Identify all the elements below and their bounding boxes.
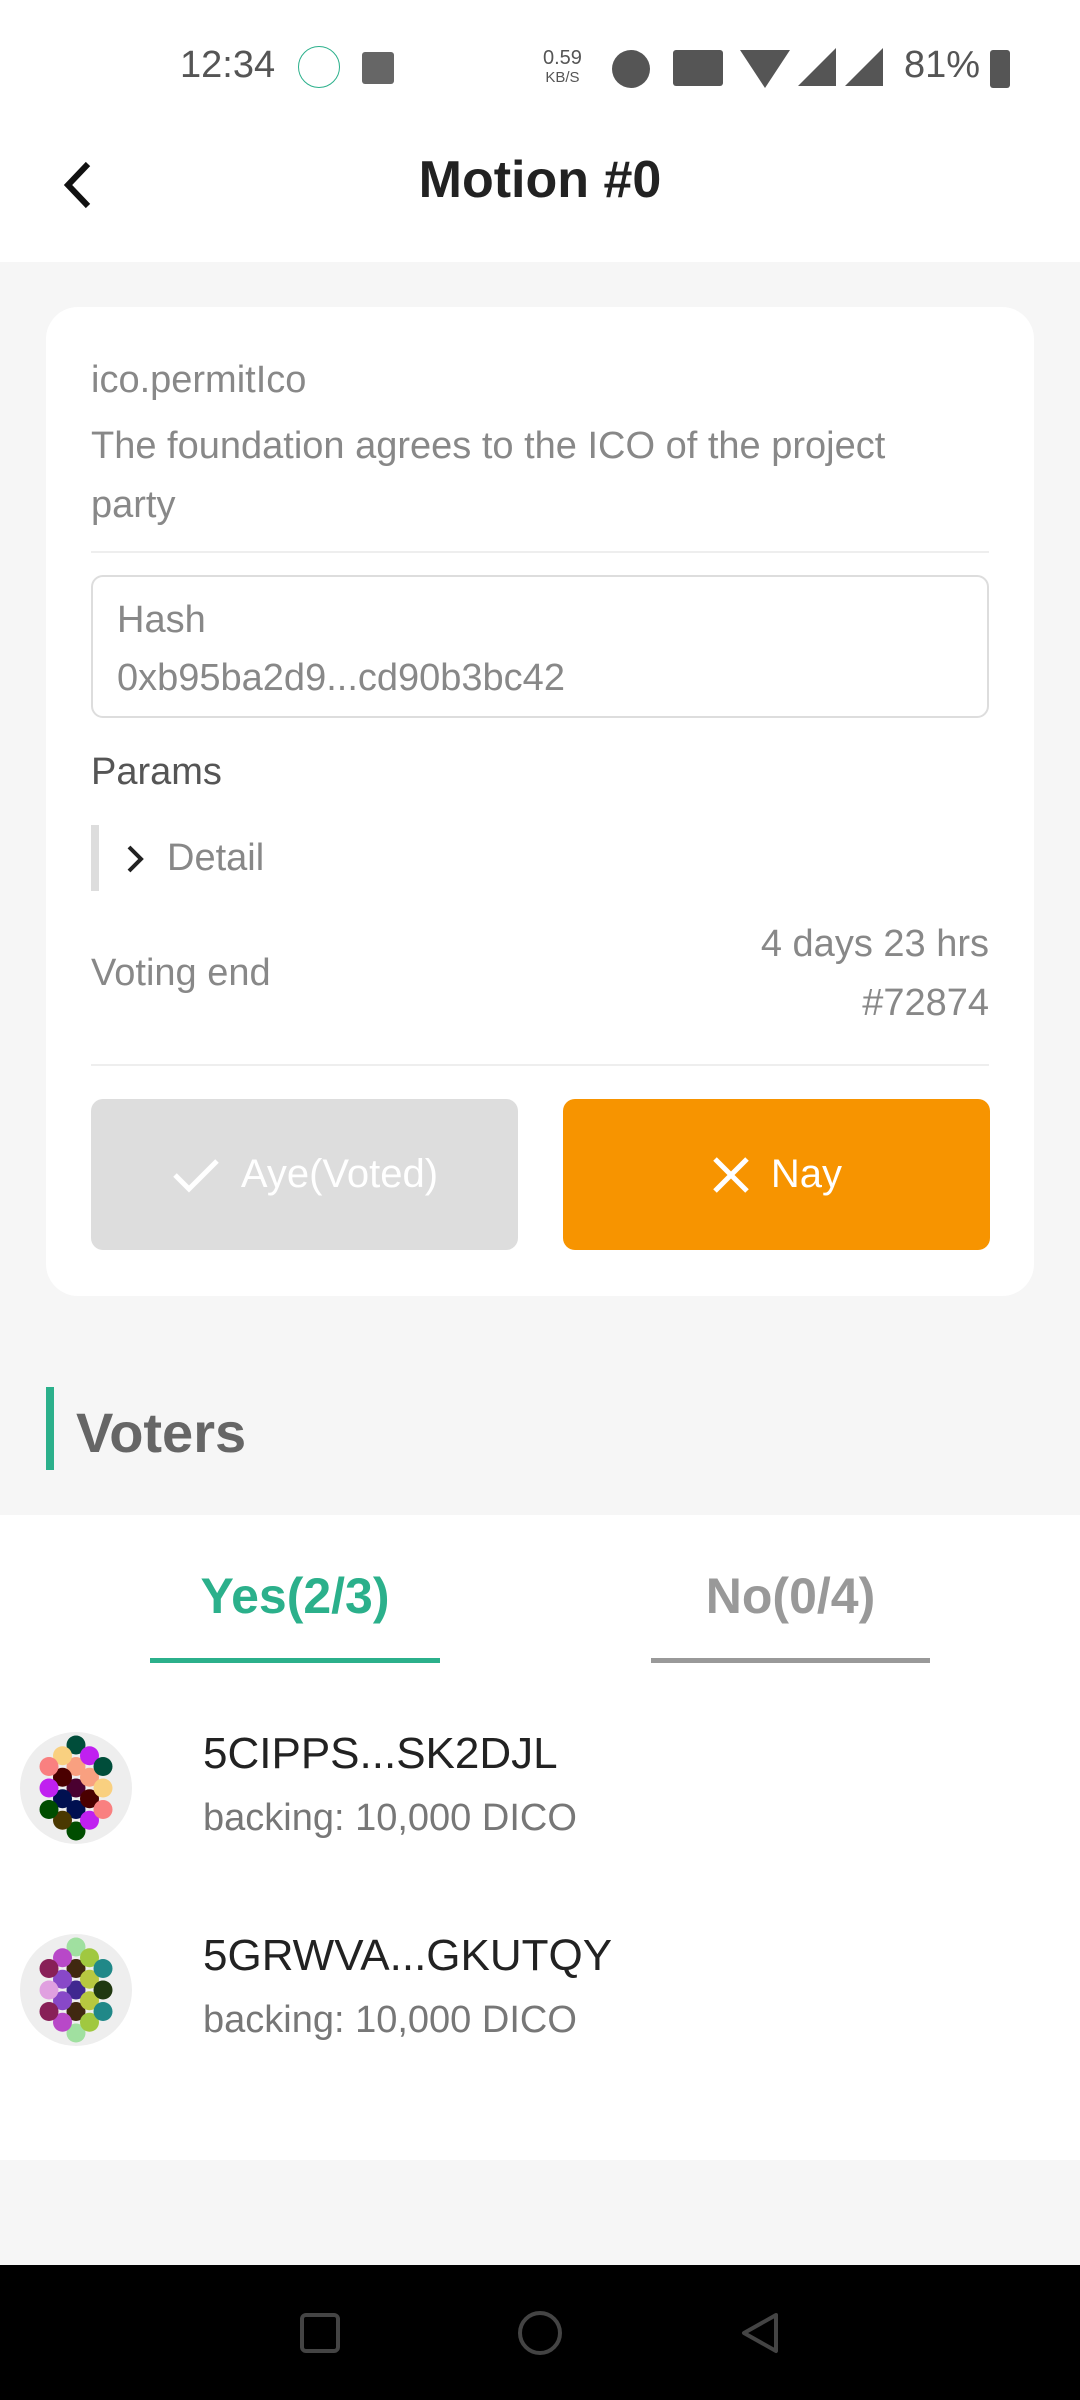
battery-percent: 81% — [904, 44, 981, 86]
image-notification-icon — [362, 52, 394, 84]
voters-title: Voters — [76, 1401, 247, 1464]
clock: 12:34 — [180, 44, 276, 86]
hash-value[interactable]: 0xb95ba2d9...cd90b3bc42 — [117, 657, 565, 700]
voter-backing: backing: 10,000 DICO — [203, 1797, 577, 1839]
identicon-dot — [39, 2002, 59, 2021]
tab-no[interactable]: No(0/4) — [651, 1567, 930, 1625]
identicon-dot — [39, 1959, 59, 1978]
alarm-icon — [612, 50, 650, 88]
divider — [91, 1064, 989, 1066]
tab-yes-underline — [150, 1658, 440, 1663]
identicon-dot — [93, 1757, 113, 1776]
identicon-dot — [39, 1757, 59, 1776]
params-label: Params — [91, 751, 222, 793]
chevron-right-icon — [127, 845, 144, 873]
check-icon — [173, 1158, 219, 1193]
close-icon — [713, 1156, 749, 1193]
wifi-icon — [740, 50, 790, 88]
aye-label: Aye(Voted) — [240, 1152, 439, 1196]
motion-description: The foundation agrees to the ICO of the … — [91, 425, 886, 526]
nay-button[interactable]: Nay — [563, 1099, 990, 1250]
voter-avatar — [20, 1934, 132, 2046]
identicon-dot — [93, 1959, 113, 1978]
voting-end-time: 4 days 23 hrs — [760, 923, 989, 965]
tab-no-underline — [651, 1658, 930, 1663]
identicon-dot — [93, 2002, 113, 2021]
identicon-dot — [93, 1778, 113, 1798]
motion-card: ico.permitIco The foundation agrees to t… — [46, 307, 1034, 1296]
signal-4g-icon-1 — [798, 48, 836, 86]
battery-icon — [990, 50, 1010, 88]
volte-icon — [673, 50, 723, 86]
hash-box: Hash 0xb95ba2d9...cd90b3bc42 — [91, 575, 989, 718]
identicon-dot — [39, 1778, 59, 1798]
voting-end-block: #72874 — [862, 982, 989, 1024]
voting-end-label: Voting end — [91, 952, 271, 994]
nay-label: Nay — [770, 1152, 843, 1196]
section-accent-bar — [46, 1387, 54, 1470]
detail-label: Detail — [167, 837, 265, 879]
voter-address[interactable]: 5GRWVA...GKUTQY — [203, 1931, 612, 1981]
identicon-dot — [93, 1800, 113, 1819]
voter-address[interactable]: 5CIPPS...SK2DJL — [203, 1729, 558, 1779]
motion-method: ico.permitIco — [91, 359, 307, 401]
aye-button[interactable]: Aye(Voted) — [91, 1099, 518, 1250]
signal-4g-icon-2 — [845, 48, 883, 86]
system-nav-bar — [0, 2265, 1080, 2400]
identicon-dot — [39, 1800, 59, 1819]
divider — [91, 551, 989, 553]
voters-list: Yes(2/3) No(0/4) 5CIPPS...SK2DJL backing… — [0, 1515, 1080, 2160]
params-detail-toggle[interactable]: Detail — [91, 825, 391, 891]
identicon-dot — [39, 1980, 59, 2000]
page-title: Motion #0 — [418, 151, 662, 209]
net-speed: 0.59 KB/S — [543, 47, 582, 86]
back-nav-button[interactable] — [738, 2311, 782, 2355]
recents-button[interactable] — [300, 2313, 340, 2353]
home-button[interactable] — [518, 2311, 562, 2355]
hash-label: Hash — [117, 599, 206, 641]
voter-backing: backing: 10,000 DICO — [203, 1999, 577, 2041]
tab-yes[interactable]: Yes(2/3) — [150, 1567, 440, 1625]
identicon-dot — [93, 1980, 113, 2000]
voter-avatar — [20, 1732, 132, 1844]
status-bar: 12:34 0.59 KB/S 81% — [0, 0, 1080, 130]
app-notification-icon — [298, 46, 340, 88]
